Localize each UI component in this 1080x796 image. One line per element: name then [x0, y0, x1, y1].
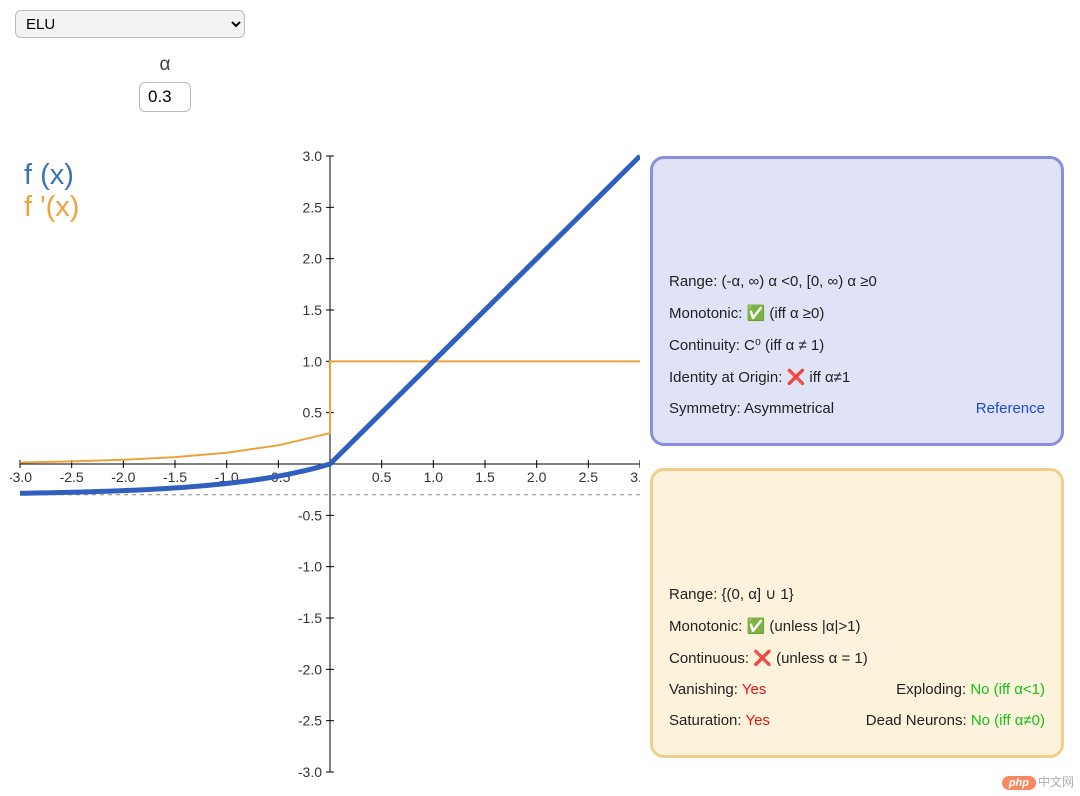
- svg-text:-2.0: -2.0: [298, 661, 322, 677]
- svg-text:1.0: 1.0: [303, 353, 323, 369]
- svg-text:2.0: 2.0: [303, 251, 323, 267]
- check-icon: ✅: [747, 618, 766, 635]
- svg-text:0.5: 0.5: [372, 469, 392, 485]
- chart: -3.0 -2.5 -2.0 -1.5 -1.0 -0.5 0.5 1.0 1.5 2.0 2.5 3…: [10, 148, 640, 788]
- fx-continuity: Continuity: C⁰ (iff α ≠ 1): [669, 336, 824, 354]
- svg-text:2.5: 2.5: [579, 469, 599, 485]
- fpx-monotonic: Monotonic: ✅ (unless |α|>1): [669, 617, 861, 635]
- svg-text:-3.0: -3.0: [10, 469, 32, 485]
- fpx-range: Range: {(0, α] ∪ 1}: [669, 585, 794, 603]
- fpx-properties-card: Range: {(0, α] ∪ 1} Monotonic: ✅ (unless…: [650, 468, 1064, 758]
- reference-link[interactable]: Reference: [976, 400, 1045, 417]
- svg-text:-1.5: -1.5: [163, 469, 187, 485]
- fpx-exploding: Exploding: No (iff α<1): [896, 681, 1045, 698]
- svg-text:-1.5: -1.5: [298, 610, 322, 626]
- fx-range: Range: (-α, ∞) α <0, [0, ∞) α ≥0: [669, 273, 877, 290]
- svg-text:0.5: 0.5: [303, 405, 323, 421]
- alpha-label: α: [130, 54, 200, 76]
- svg-text:1.0: 1.0: [424, 469, 444, 485]
- svg-text:-1.0: -1.0: [298, 559, 322, 575]
- svg-text:-2.5: -2.5: [60, 469, 84, 485]
- check-icon: ✅: [747, 305, 766, 322]
- activation-function-select[interactable]: ELU: [15, 10, 245, 38]
- svg-text:3.0: 3.0: [630, 469, 640, 485]
- fpx-continuous: Continuous: ❌ (unless α = 1): [669, 649, 868, 667]
- svg-text:2.0: 2.0: [527, 469, 547, 485]
- cross-icon: ❌: [753, 650, 772, 667]
- svg-text:1.5: 1.5: [475, 469, 495, 485]
- fpx-vanishing: Vanishing: Yes: [669, 681, 766, 698]
- fx-monotonic: Monotonic: ✅ (iff α ≥0): [669, 304, 824, 322]
- svg-text:-2.5: -2.5: [298, 713, 322, 729]
- fpx-saturation: Saturation: Yes: [669, 712, 770, 729]
- fpx-dead-neurons: Dead Neurons: No (iff α≠0): [866, 712, 1045, 729]
- svg-text:1.5: 1.5: [303, 302, 323, 318]
- fx-identity-origin: Identity at Origin: ❌ iff α≠1: [669, 368, 850, 386]
- svg-text:-3.0: -3.0: [298, 764, 322, 780]
- cross-icon: ❌: [787, 369, 806, 386]
- watermark: php中文网: [1002, 773, 1074, 790]
- svg-text:-2.0: -2.0: [111, 469, 135, 485]
- svg-text:-0.5: -0.5: [298, 507, 322, 523]
- svg-text:3.0: 3.0: [303, 148, 323, 164]
- alpha-input[interactable]: [139, 82, 191, 112]
- svg-text:2.5: 2.5: [303, 199, 323, 215]
- fx-properties-card: Range: (-α, ∞) α <0, [0, ∞) α ≥0 Monoton…: [650, 156, 1064, 446]
- fx-symmetry: Symmetry: Asymmetrical: [669, 400, 834, 417]
